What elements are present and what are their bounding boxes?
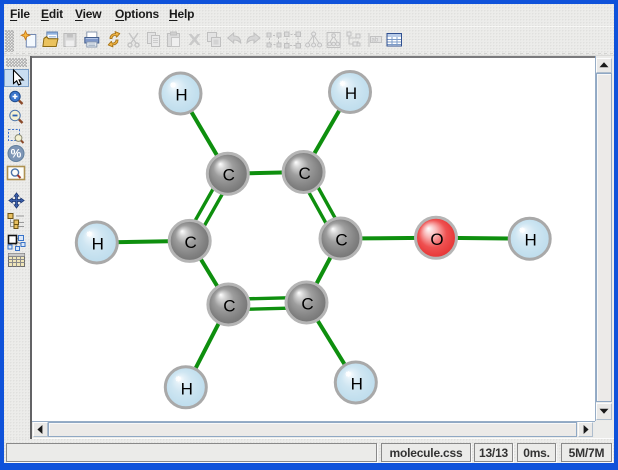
svg-text:C: C (185, 233, 197, 252)
svg-text:H: H (345, 84, 357, 103)
svg-text:H: H (351, 375, 363, 394)
svg-text:H: H (175, 86, 187, 105)
svg-text:ab: ab (372, 38, 379, 44)
svg-text:%: % (11, 147, 22, 161)
svg-text:C: C (223, 297, 235, 316)
svg-text:O: O (430, 230, 443, 249)
svg-text:C: C (298, 164, 310, 183)
svg-text:H: H (525, 231, 537, 250)
svg-text:H: H (92, 235, 104, 254)
svg-text:C: C (335, 231, 347, 250)
svg-text:C: C (301, 295, 313, 314)
svg-text:H: H (181, 379, 193, 398)
svg-text:C: C (223, 166, 235, 185)
